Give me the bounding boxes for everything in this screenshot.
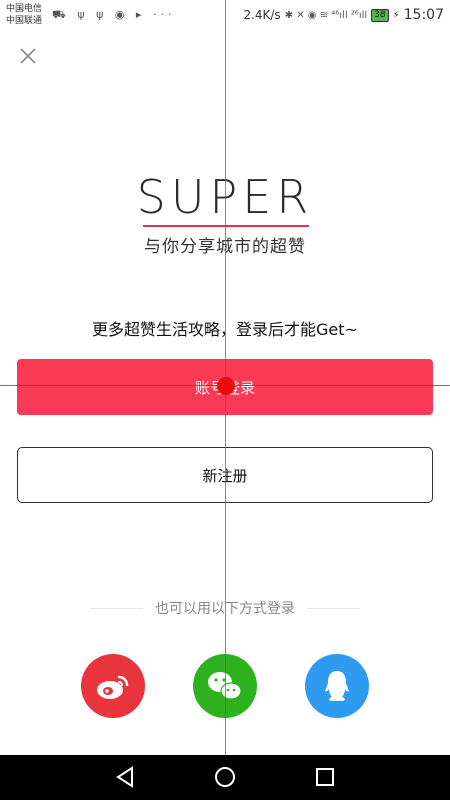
network-speed: 2.4K/s (243, 8, 281, 22)
battery-icon: 38 (371, 8, 389, 22)
navigation-bar (0, 755, 450, 800)
carrier-labels: 中国电信 中国联通 (6, 3, 42, 27)
charging-icon: ⚡ (392, 9, 400, 21)
carrier-2: 中国联通 (6, 16, 43, 26)
divider-line-left (90, 607, 143, 609)
close-icon[interactable] (16, 44, 40, 68)
carrier-1: 中国电信 (6, 4, 43, 14)
notification-icons: ⛟ ψ ψ ◉ ▸ ··· (52, 8, 176, 21)
signal-icons: ✱ ✕ ◉ ≋ ⁴⁶ıll ²⁶ıll (284, 9, 368, 21)
logo-underline (143, 225, 309, 227)
qq-icon (325, 671, 349, 701)
home-icon[interactable] (212, 764, 238, 790)
status-right: 2.4K/s ✱ ✕ ◉ ≋ ⁴⁶ıll ²⁶ıll 38 ⚡ 15:07 (243, 7, 444, 23)
close-icon-glyph (20, 48, 36, 64)
home-icon-glyph (215, 767, 235, 787)
weibo-icon (97, 675, 129, 699)
battery-level: 38 (374, 9, 386, 20)
back-icon-glyph (116, 766, 133, 788)
recents-icon[interactable] (312, 764, 338, 790)
clock: 15:07 (403, 7, 444, 23)
qq-login-button[interactable] (305, 654, 369, 718)
touch-point-indicator (217, 377, 235, 395)
recents-icon-glyph (316, 768, 334, 786)
back-icon[interactable] (112, 764, 138, 790)
weibo-login-button[interactable] (81, 654, 145, 718)
divider-line-right (307, 607, 360, 609)
